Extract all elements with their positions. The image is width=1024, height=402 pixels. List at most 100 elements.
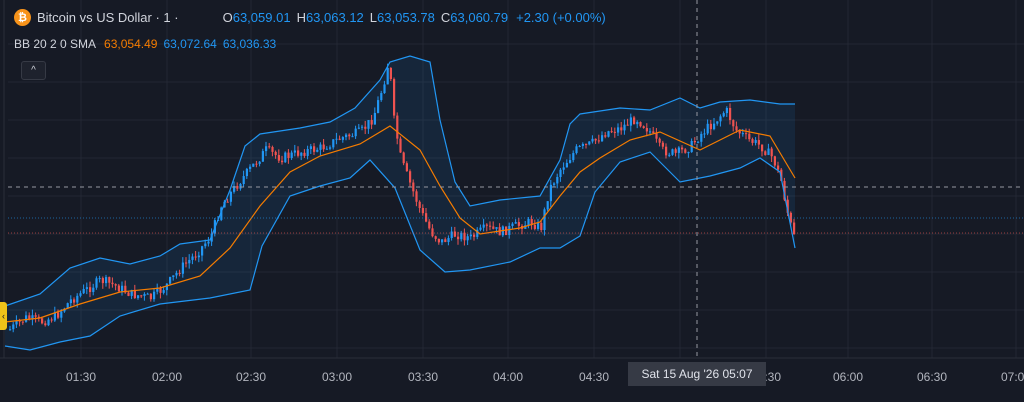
collapse-legend-button[interactable]: ^ [21, 61, 46, 80]
candle-body [626, 124, 629, 126]
indicator-middle-value: 63,054.49 [104, 37, 158, 51]
candle-body [354, 128, 357, 137]
candle-body [261, 151, 264, 162]
candle-body [89, 287, 92, 293]
chevron-up-icon: ^ [31, 65, 36, 76]
candle-body [482, 224, 485, 228]
candle-body [735, 126, 738, 131]
high-label: H [296, 10, 306, 25]
candle-body [562, 167, 565, 170]
candle-body [668, 154, 671, 156]
candle-body [140, 295, 143, 297]
candle-body [761, 144, 764, 152]
candle-body [533, 224, 536, 229]
candle-body [713, 123, 716, 130]
candle-body [537, 222, 540, 229]
candle-body [335, 138, 338, 140]
candle-body [549, 184, 552, 202]
candle-body [770, 148, 773, 157]
candle-body [226, 201, 229, 203]
candle-body [34, 315, 37, 317]
candle-body [82, 288, 85, 294]
candle-body [693, 140, 696, 143]
candle-body [661, 142, 664, 147]
indicator-lower-value: 63,036.33 [222, 37, 277, 51]
candle-body [601, 135, 604, 142]
candle-body [671, 149, 674, 155]
candle-body [639, 121, 642, 127]
candle-body [578, 145, 581, 147]
candle-body [380, 93, 383, 101]
chart-area[interactable] [0, 0, 1024, 402]
candle-body [175, 272, 178, 276]
candle-body [101, 278, 104, 284]
candle-body [517, 222, 520, 226]
candle-body [108, 277, 111, 283]
candle-body [585, 143, 588, 145]
candle-body [169, 277, 172, 284]
candle-body [255, 163, 258, 165]
time-axis-label: 01:30 [65, 370, 97, 384]
candle-body [447, 238, 450, 243]
symbol-legend[interactable]: ₿ Bitcoin vs US Dollar · 1 · O 63,059.01 … [14, 9, 606, 26]
candle-body [604, 135, 607, 137]
candle-body [252, 163, 255, 167]
candle-body [543, 209, 546, 231]
time-axis-label: 07:00 [1000, 370, 1024, 384]
candle-body [453, 231, 456, 237]
candle-body [377, 100, 380, 113]
indicator-legend[interactable]: BB 20 2 0 SMA 63,054.49 63,072.64 63,036.33 [14, 37, 276, 51]
crosshair-time-label: Sat 15 Aug '26 05:07 [628, 362, 766, 386]
candle-body [329, 147, 332, 149]
candle-body [162, 290, 165, 293]
candle-body [620, 127, 623, 131]
candle-body [703, 133, 706, 135]
candle-body [597, 140, 600, 142]
candle-body [581, 143, 584, 146]
candle-body [402, 152, 405, 164]
candle-body [146, 293, 149, 295]
candle-body [201, 246, 204, 256]
candle-body [306, 149, 309, 156]
candle-body [95, 278, 98, 288]
candle-body [242, 176, 245, 185]
candle-body [373, 112, 376, 125]
scroll-left-handle[interactable]: ‹ [0, 302, 7, 330]
close-value: 63,060.79 [450, 10, 509, 25]
candle-body [466, 236, 469, 241]
candle-body [383, 84, 386, 94]
candle-body [143, 293, 146, 296]
indicator-label: BB 20 2 0 SMA [14, 37, 97, 51]
candle-body [229, 191, 232, 202]
candle-body [191, 256, 194, 260]
candle-body [665, 146, 668, 156]
candle-body [437, 238, 440, 243]
bitcoin-icon: ₿ [14, 9, 31, 26]
candle-body [716, 121, 719, 124]
candle-body [114, 284, 117, 286]
candle-body [137, 295, 140, 299]
candle-body [357, 127, 360, 129]
candle-body [594, 138, 597, 141]
candle-body [492, 226, 495, 229]
candle-body [514, 222, 517, 224]
symbol-title[interactable]: Bitcoin vs US Dollar · 1 · [37, 10, 179, 25]
candle-body [309, 146, 312, 150]
candle-body [265, 146, 268, 152]
candle-body [655, 132, 658, 139]
candle-body [687, 152, 690, 154]
chevron-left-icon: ‹ [2, 311, 5, 321]
candle-body [559, 169, 562, 178]
candle-body [591, 138, 594, 142]
candle-body [754, 140, 757, 143]
candle-body [745, 133, 748, 135]
candle-body [281, 160, 284, 163]
candle-body [239, 184, 242, 189]
candle-body [645, 128, 648, 132]
candle-body [204, 243, 207, 247]
candle-body [719, 116, 722, 122]
time-axis-label: 06:00 [832, 370, 864, 384]
candle-body [729, 108, 732, 121]
candle-body [325, 148, 328, 150]
candle-body [57, 312, 60, 318]
